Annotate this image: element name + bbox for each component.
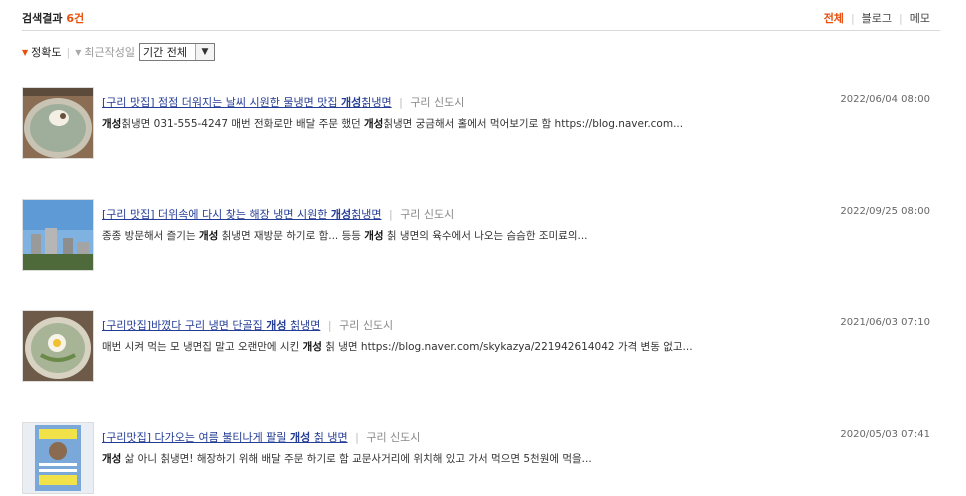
tab-blog[interactable]: 블로그 (862, 12, 892, 25)
result-thumbnail[interactable] (22, 422, 94, 494)
tab-divider: | (899, 12, 903, 25)
results-title: 검색결과 6건 (22, 10, 84, 26)
title-divider: | (388, 208, 393, 221)
result-item: [구리 맛집] 점점 더워지는 날씨 시원한 물냉면 맛집 개성칡냉면 | 구리… (22, 87, 940, 161)
result-item: [구리맛집]바꼈다 구리 냉면 단골집 개성 칡냉면 | 구리 신도시 2021… (22, 310, 940, 384)
result-snippet: 개성칡냉면 031-555-4247 매번 전화로만 배달 주문 했던 개성칡냉… (102, 118, 684, 130)
result-blog-name[interactable]: 구리 신도시 (410, 96, 464, 109)
title-divider: | (399, 96, 403, 109)
result-thumbnail[interactable] (22, 87, 94, 159)
chevron-down-icon[interactable]: ▼ (195, 44, 214, 60)
result-title-link[interactable]: [구리 맛집] 점점 더워지는 날씨 시원한 물냉면 맛집 개성칡냉면 (102, 96, 392, 109)
period-select-value: 기간 전체 (143, 46, 187, 59)
period-select[interactable]: 기간 전체 ▼ (139, 43, 215, 61)
sort-accuracy[interactable]: 정확도 (31, 44, 61, 60)
filter-tabs: 전체 | 블로그 | 메모 (824, 10, 930, 26)
result-body: [구리 맛집] 점점 더워지는 날씨 시원한 물냉면 맛집 개성칡냉면 | 구리… (102, 94, 940, 131)
result-title-link[interactable]: [구리 맛집] 더위속에 다시 찾는 해장 냉면 시원한 개성칡냉면 (102, 208, 381, 221)
result-body: [구리맛집] 다가오는 여름 불티나게 팔릴 개성 칡 냉면 | 구리 신도시 … (102, 429, 940, 466)
sort-bar: ▼ 정확도 | ▼ 최근작성일 기간 전체 ▼ (22, 43, 215, 61)
result-thumbnail[interactable] (22, 310, 94, 382)
result-date: 2022/09/25 08:00 (840, 206, 930, 217)
result-title-line: [구리맛집]바꼈다 구리 냉면 단골집 개성 칡냉면 | 구리 신도시 2021… (102, 317, 940, 333)
result-item: [구리 맛집] 더위속에 다시 찾는 해장 냉면 시원한 개성칡냉면 | 구리 … (22, 199, 940, 273)
result-title-line: [구리맛집] 다가오는 여름 불티나게 팔릴 개성 칡 냉면 | 구리 신도시 … (102, 429, 940, 445)
title-divider: | (327, 319, 332, 332)
result-date: 2020/05/03 07:41 (840, 429, 930, 440)
sort-recent[interactable]: 최근작성일 (84, 44, 135, 60)
title-divider: | (355, 431, 359, 444)
results-count: 6건 (66, 12, 85, 25)
result-body: [구리맛집]바꼈다 구리 냉면 단골집 개성 칡냉면 | 구리 신도시 2021… (102, 317, 940, 354)
result-body: [구리 맛집] 더위속에 다시 찾는 해장 냉면 시원한 개성칡냉면 | 구리 … (102, 206, 940, 243)
result-title-link[interactable]: [구리맛집]바꼈다 구리 냉면 단골집 개성 칡냉면 (102, 319, 320, 332)
result-thumbnail[interactable] (22, 199, 94, 271)
result-title-line: [구리 맛집] 더위속에 다시 찾는 해장 냉면 시원한 개성칡냉면 | 구리 … (102, 206, 940, 222)
result-blog-name[interactable]: 구리 신도시 (400, 208, 454, 221)
tab-memo[interactable]: 메모 (910, 12, 930, 25)
result-date: 2021/06/03 07:10 (840, 317, 930, 328)
sort-arrow-icon: ▼ (22, 47, 29, 57)
result-snippet: 개성 삶 아니 칡냉면! 해장하기 위해 배달 주문 하기로 함 교문사거리에 … (102, 453, 592, 465)
results-header: 검색결과 6건 전체 | 블로그 | 메모 (22, 8, 940, 31)
sort-divider: | (66, 45, 71, 59)
results-title-label: 검색결과 (22, 12, 63, 25)
result-snippet: 종종 방문해서 즐기는 개성 칡냉면 재방문 하기로 함... 등등 개성 칡 … (102, 230, 588, 242)
result-item: [구리맛집] 다가오는 여름 불티나게 팔릴 개성 칡 냉면 | 구리 신도시 … (22, 422, 940, 496)
result-blog-name[interactable]: 구리 신도시 (366, 431, 420, 444)
sort-arrow-icon: ▼ (75, 47, 82, 57)
result-title-line: [구리 맛집] 점점 더워지는 날씨 시원한 물냉면 맛집 개성칡냉면 | 구리… (102, 94, 940, 110)
result-snippet: 매번 시켜 먹는 모 냉면집 말고 오랜만에 시킨 개성 칡 냉면 https:… (102, 341, 693, 353)
result-blog-name[interactable]: 구리 신도시 (339, 319, 393, 332)
result-date: 2022/06/04 08:00 (840, 94, 930, 105)
tab-divider: | (850, 12, 855, 25)
tab-all[interactable]: 전체 (824, 12, 844, 25)
result-title-link[interactable]: [구리맛집] 다가오는 여름 불티나게 팔릴 개성 칡 냉면 (102, 431, 348, 444)
